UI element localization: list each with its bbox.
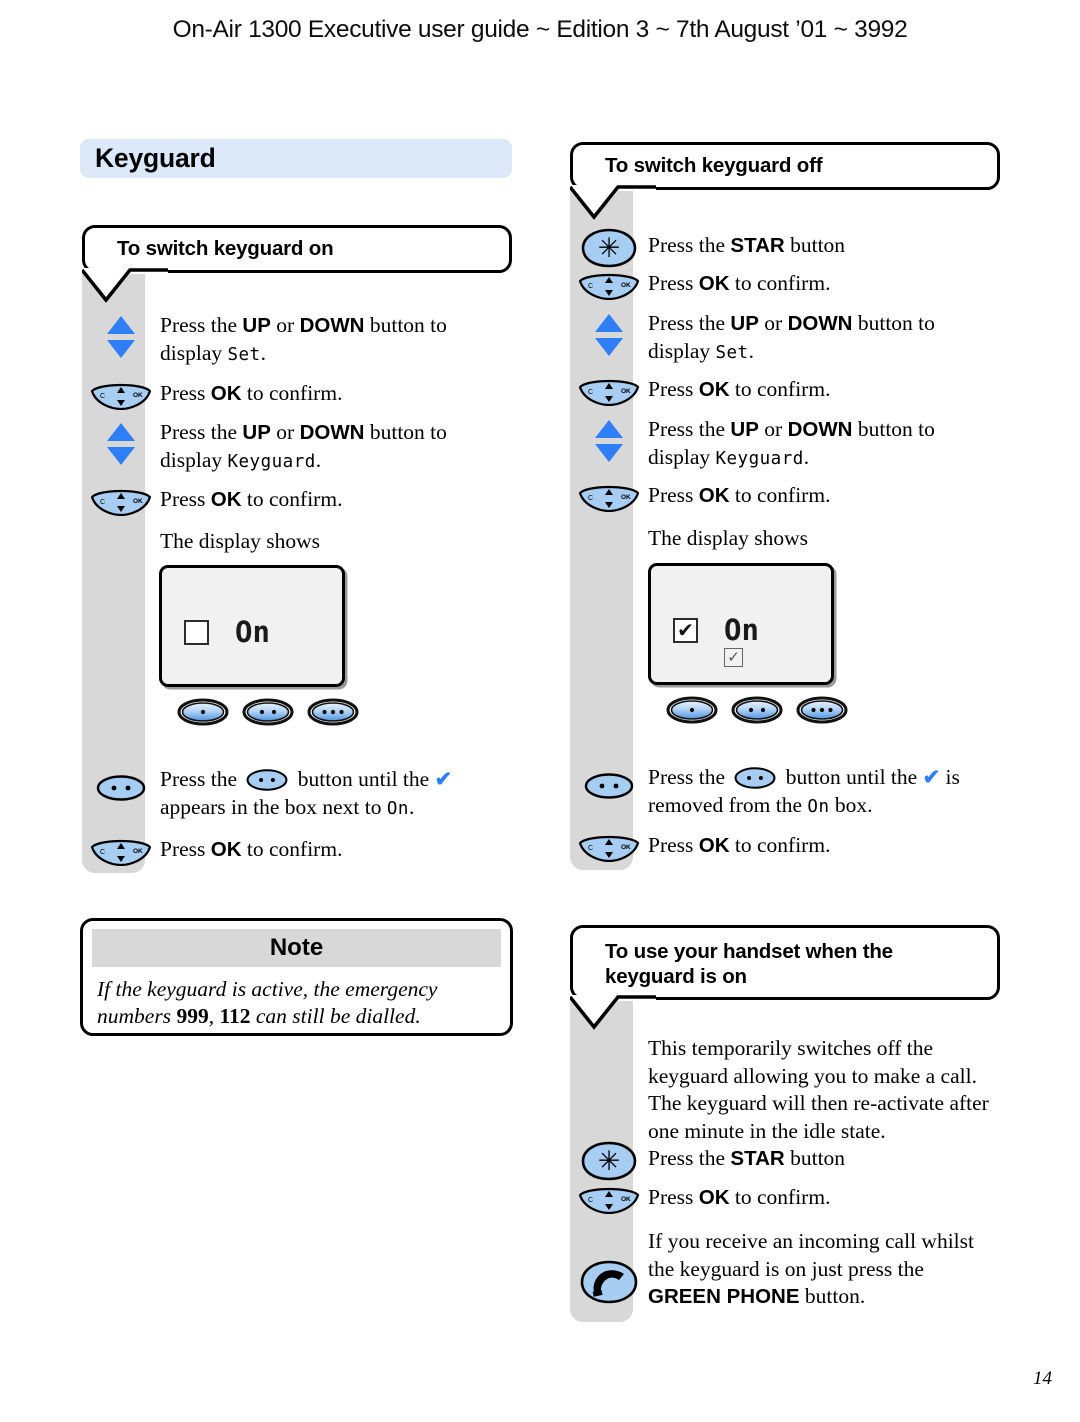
softkey-2-dot-icon[interactable] (82, 766, 160, 802)
step-row: Press the UP or DOWN button to display S… (570, 310, 1000, 365)
step-row: Press the UP or DOWN button to display K… (570, 416, 1000, 471)
step-text: Press the UP or DOWN button to display K… (648, 417, 935, 469)
lcd-display-on-state: ✔ On ✓ (648, 563, 834, 685)
softkey-2-dot-icon[interactable] (242, 698, 294, 726)
softkey-1-dot-icon[interactable] (177, 698, 229, 726)
step-text: Press the UP or DOWN button to display S… (648, 311, 935, 363)
ok-key-icon[interactable] (570, 376, 648, 406)
step-text: Press the button until the ✔ is removed … (648, 765, 960, 817)
ok-key-icon[interactable] (570, 1184, 648, 1214)
step-row: Press the button until the ✔ is removed … (570, 764, 1010, 819)
softkey-row (177, 698, 359, 726)
step-text: Press the STAR button (648, 233, 846, 257)
step-row: Press the UP or DOWN button to display S… (82, 312, 502, 367)
step-text: Press OK to confirm. (648, 833, 831, 857)
heading-switch-keyguard-off: To switch keyguard off (570, 142, 1000, 190)
softkey-3-dot-icon[interactable] (796, 696, 848, 724)
star-key-icon[interactable] (570, 1139, 648, 1181)
step-row: Press OK to confirm. (570, 1184, 1000, 1214)
running-header: On-Air 1300 Executive user guide ~ Editi… (172, 16, 908, 43)
softkey-row (666, 696, 848, 724)
softkey-2-dot-icon[interactable] (245, 768, 289, 792)
step-row: Press the UP or DOWN button to display K… (82, 419, 502, 474)
up-down-arrows-icon[interactable] (82, 419, 160, 467)
note-box: Note If the keyguard is active, the emer… (80, 918, 513, 1036)
display-shows-label: The display shows (648, 526, 809, 550)
green-phone-key-icon[interactable] (570, 1228, 648, 1304)
step-text: Press OK to confirm. (648, 377, 831, 401)
softkey-2-dot-icon[interactable] (731, 696, 783, 724)
note-body: If the keyguard is active, the emergency… (97, 977, 438, 1029)
step-text: Press the UP or DOWN button to display K… (160, 420, 447, 472)
up-down-arrows-icon[interactable] (82, 312, 160, 360)
step-text: Press the button until the ✔ appears in … (160, 767, 453, 819)
softkey-3-dot-icon[interactable] (307, 698, 359, 726)
star-key-icon[interactable] (570, 226, 648, 268)
step-row: Press OK to confirm. (570, 270, 1000, 300)
ok-key-icon[interactable] (570, 832, 648, 862)
step-text: If you receive an incoming call whilst t… (648, 1229, 974, 1309)
display-shows-label: The display shows (160, 529, 321, 553)
step-row: Press OK to confirm. (570, 832, 1000, 862)
step-row: Press OK to confirm. (82, 486, 502, 516)
ok-key-icon[interactable] (82, 836, 160, 866)
up-down-arrows-icon[interactable] (570, 416, 648, 464)
step-text: Press OK to confirm. (160, 837, 343, 861)
ok-key-icon[interactable] (570, 270, 648, 300)
step-text: Press OK to confirm. (160, 487, 343, 511)
step-row: Press OK to confirm. (82, 380, 502, 410)
ok-key-icon[interactable] (82, 380, 160, 410)
step-text: Press the UP or DOWN button to display S… (160, 313, 447, 365)
heading-switch-keyguard-on: To switch keyguard on (82, 225, 512, 273)
step-text: Press the STAR button (648, 1146, 846, 1170)
heading-label: To switch keyguard off (605, 154, 823, 178)
softkey-2-dot-icon[interactable] (570, 764, 648, 800)
step-row: Press the STAR button (570, 1139, 1000, 1181)
step-row: Press the button until the ✔ appears in … (82, 766, 512, 821)
ok-key-icon[interactable] (570, 482, 648, 512)
note-title: Note (92, 929, 501, 967)
page-title: Keyguard (80, 139, 512, 178)
lcd-on-label: On (724, 613, 759, 647)
softkey-1-dot-icon[interactable] (666, 696, 718, 724)
lcd-checkbox: ✔ (673, 617, 698, 643)
heading-label: To switch keyguard on (117, 237, 334, 261)
step-row: Press OK to confirm. (570, 482, 1000, 512)
handset-paragraph: This temporarily switches off the keygua… (648, 1036, 989, 1144)
step-row: If you receive an incoming call whilst t… (570, 1228, 1010, 1311)
up-down-arrows-icon[interactable] (570, 310, 648, 358)
step-text: Press OK to confirm. (648, 271, 831, 295)
step-text: Press OK to confirm. (160, 381, 343, 405)
page-number: 14 (1033, 1368, 1052, 1389)
lcd-display-off-state: On (159, 565, 345, 687)
step-row: Press OK to confirm. (570, 376, 1000, 406)
step-row: Press OK to confirm. (82, 836, 502, 866)
lcd-checkbox (184, 619, 209, 645)
softkey-2-dot-icon[interactable] (733, 766, 777, 790)
ok-key-icon[interactable] (82, 486, 160, 516)
step-text: Press OK to confirm. (648, 1185, 831, 1209)
heading-label: To use your handset when the keyguard is … (605, 940, 893, 989)
lcd-secondary-checkbox: ✓ (724, 648, 743, 667)
step-text: Press OK to confirm. (648, 483, 831, 507)
lcd-on-label: On (235, 615, 270, 649)
step-row: Press the STAR button (570, 226, 1000, 268)
heading-use-handset-keyguard-on: To use your handset when the keyguard is … (570, 925, 1000, 1000)
